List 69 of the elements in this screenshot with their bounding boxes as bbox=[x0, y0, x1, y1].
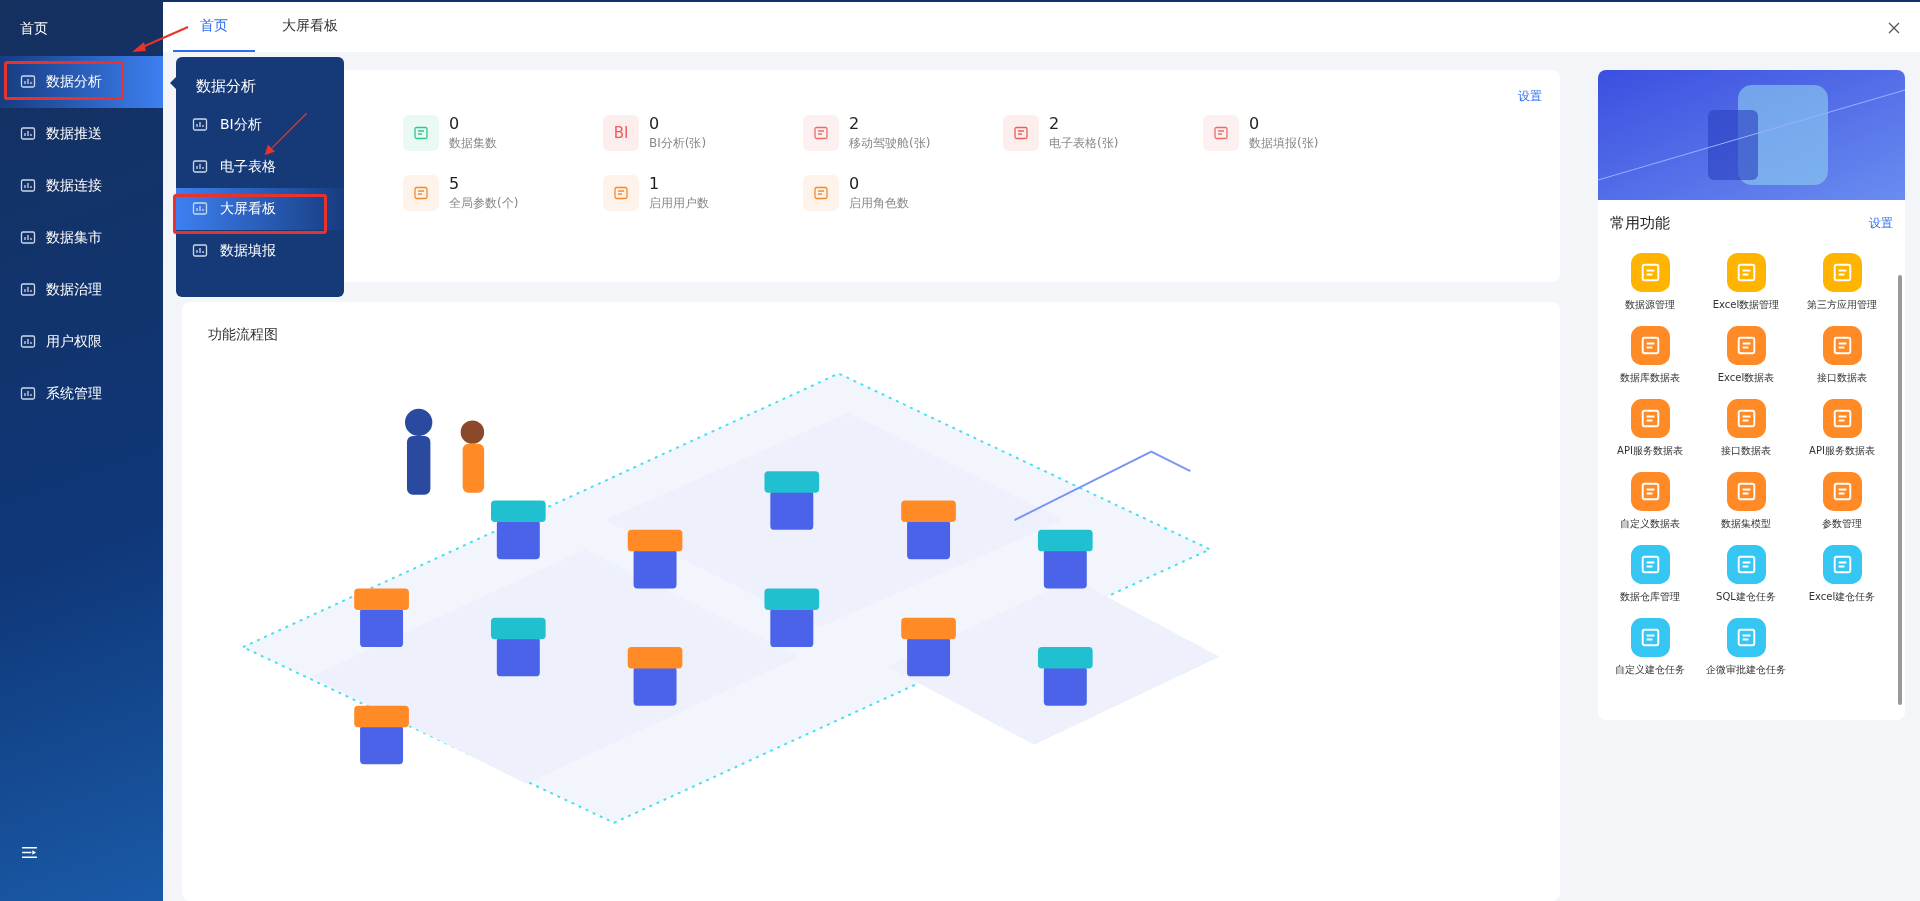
stat-label: 数据集数 bbox=[449, 135, 497, 152]
stat-value: 5 bbox=[449, 174, 461, 193]
sidebar-item[interactable]: 用户权限 bbox=[0, 316, 163, 368]
submenu-title: 数据分析 bbox=[195, 77, 256, 96]
quick-function-item[interactable]: API服务数据表 bbox=[1602, 399, 1698, 458]
stat-icon: BI bbox=[603, 115, 639, 151]
submenu-item[interactable]: 电子表格 bbox=[176, 146, 344, 188]
stat-value: 0 bbox=[449, 114, 461, 133]
home-link[interactable]: 首页 bbox=[0, 0, 48, 56]
menu-item-icon bbox=[192, 159, 208, 175]
quick-function-item[interactable]: Excel数据表 bbox=[1698, 326, 1794, 385]
panel-title: 常用功能 bbox=[1610, 214, 1670, 233]
stat-label: 启用用户数 bbox=[649, 195, 709, 212]
quick-function-item[interactable]: Excel建仓任务 bbox=[1794, 545, 1890, 604]
quick-function-item[interactable]: 数据库数据表 bbox=[1602, 326, 1698, 385]
menu-item-icon bbox=[20, 282, 36, 298]
quick-function-item[interactable]: 接口数据表 bbox=[1698, 399, 1794, 458]
menu-item-icon bbox=[192, 117, 208, 133]
submenu-item[interactable]: 大屏看板 bbox=[176, 188, 344, 230]
menu-item-icon bbox=[20, 74, 36, 90]
menu-item-icon bbox=[192, 201, 208, 217]
annotation-arrow bbox=[130, 25, 190, 55]
quick-function-item[interactable]: 第三方应用管理 bbox=[1794, 253, 1890, 312]
scrollbar[interactable] bbox=[1898, 275, 1902, 705]
quick-function-item[interactable]: API服务数据表 bbox=[1794, 399, 1890, 458]
stat-label: 全局参数(个) bbox=[449, 195, 519, 212]
quick-function-item[interactable]: Excel数据管理 bbox=[1698, 253, 1794, 312]
quick-function-item[interactable]: 数据仓库管理 bbox=[1602, 545, 1698, 604]
settings-link[interactable]: 设置 bbox=[1869, 215, 1893, 232]
stat-value: 2 bbox=[849, 114, 861, 133]
quick-function-item[interactable]: 自定义数据表 bbox=[1602, 472, 1698, 531]
menu-item-icon bbox=[20, 334, 36, 350]
submenu-item[interactable]: BI分析 bbox=[176, 104, 344, 146]
stat-value: 0 bbox=[649, 114, 661, 133]
quick-function-item[interactable]: SQL建仓任务 bbox=[1698, 545, 1794, 604]
stat-label: 数据填报(张) bbox=[1249, 135, 1319, 152]
settings-link[interactable]: 设置 bbox=[1518, 88, 1542, 105]
quick-function-item[interactable]: 自定义建仓任务 bbox=[1602, 618, 1698, 677]
quick-function-item[interactable]: 数据集模型 bbox=[1698, 472, 1794, 531]
sidebar-item[interactable]: 系统管理 bbox=[0, 368, 163, 420]
page-tab[interactable]: 大屏看板 bbox=[255, 2, 365, 52]
quick-function-item[interactable]: 接口数据表 bbox=[1794, 326, 1890, 385]
sidebar-item[interactable]: 数据治理 bbox=[0, 264, 163, 316]
stat-label: 移动驾驶舱(张) bbox=[849, 135, 931, 152]
menu-item-icon bbox=[20, 178, 36, 194]
collapse-menu-icon[interactable] bbox=[21, 846, 38, 859]
stat-value: 2 bbox=[1049, 114, 1061, 133]
menu-item-icon bbox=[20, 126, 36, 142]
submenu-item[interactable]: 数据填报 bbox=[176, 230, 344, 272]
sidebar-item[interactable]: 数据集市 bbox=[0, 212, 163, 264]
stat-value: 0 bbox=[849, 174, 861, 193]
stat-label: 启用角色数 bbox=[849, 195, 909, 212]
quick-function-item[interactable]: 参数管理 bbox=[1794, 472, 1890, 531]
page-tab[interactable]: 首页 bbox=[173, 2, 255, 52]
quick-function-item[interactable]: 数据源管理 bbox=[1602, 253, 1698, 312]
quick-function-item[interactable]: 企微审批建仓任务 bbox=[1698, 618, 1794, 677]
menu-item-icon bbox=[20, 230, 36, 246]
stat-value: 0 bbox=[1249, 114, 1261, 133]
sidebar-item[interactable]: 数据推送 bbox=[0, 108, 163, 160]
menu-item-icon bbox=[192, 243, 208, 259]
stat-label: 电子表格(张) bbox=[1049, 135, 1119, 152]
stat-value: 1 bbox=[649, 174, 661, 193]
close-icon[interactable] bbox=[1888, 22, 1900, 34]
sidebar-item[interactable]: 数据连接 bbox=[0, 160, 163, 212]
stat-label: BI分析(张) bbox=[649, 135, 707, 152]
card-title: 功能流程图 bbox=[208, 326, 278, 344]
sidebar-item[interactable]: 数据分析 bbox=[0, 56, 163, 108]
menu-item-icon bbox=[20, 386, 36, 402]
annotation-arrow bbox=[262, 112, 308, 158]
